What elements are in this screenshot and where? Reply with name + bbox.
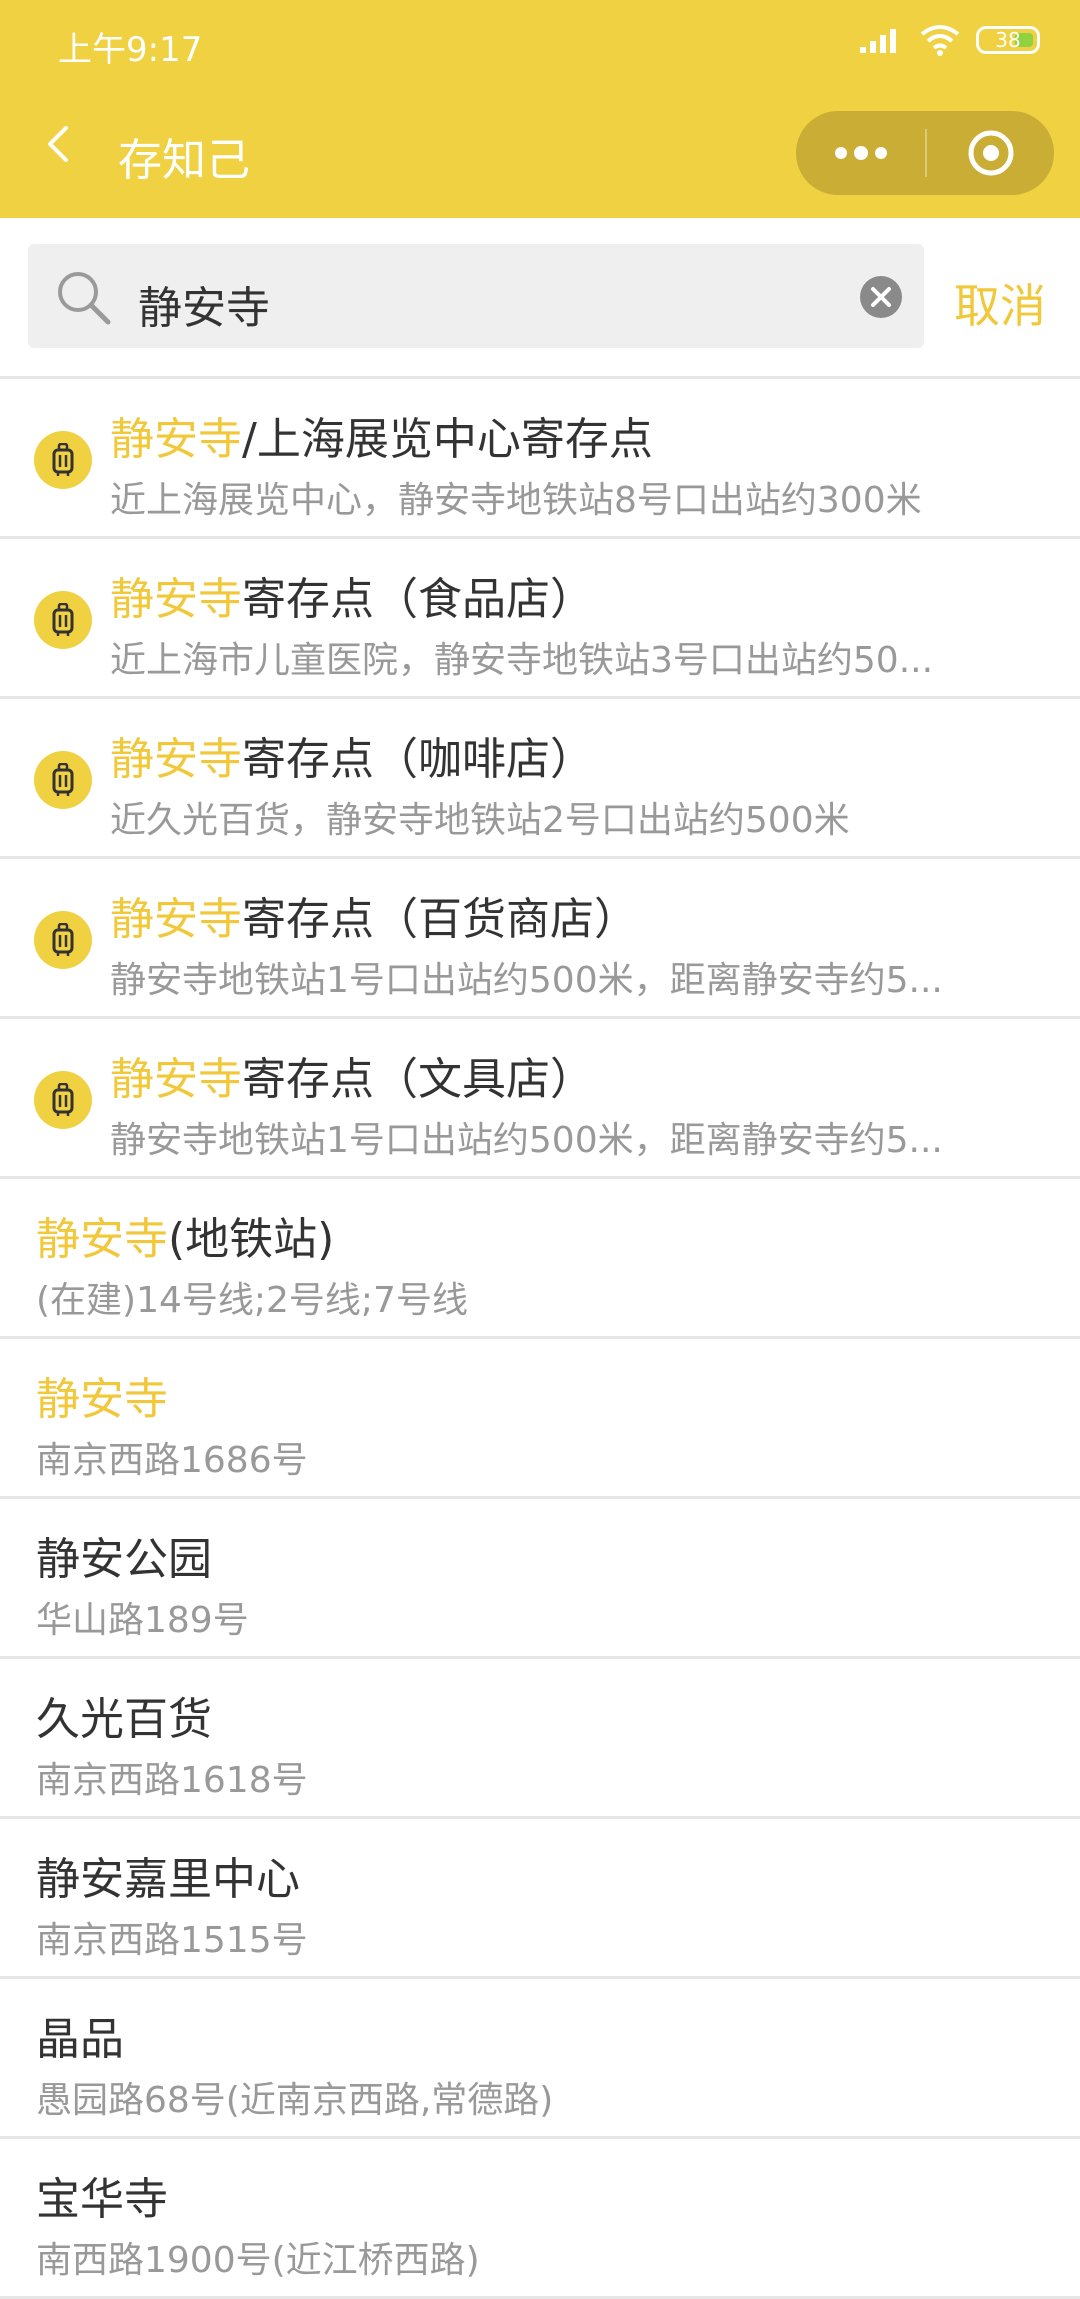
- result-title-rest: 寄存点（百货商店）: [242, 894, 638, 945]
- more-button[interactable]: [796, 111, 925, 195]
- result-item[interactable]: 静安寺(地铁站) (在建)14号线;2号线;7号线: [0, 1179, 1080, 1339]
- result-title-rest: 静安嘉里中心: [36, 1854, 300, 1905]
- result-title: 宝华寺: [36, 2163, 168, 2227]
- result-title: 静安寺寄存点（咖啡店）: [110, 723, 594, 787]
- result-subtitle: 近上海展览中心，静安寺地铁站8号口出站约300米: [110, 480, 922, 521]
- clear-icon[interactable]: [860, 276, 902, 318]
- result-title-highlight: 静安寺: [110, 414, 242, 465]
- close-miniprogram-button[interactable]: [927, 111, 1054, 195]
- results-list: 静安寺/上海展览中心寄存点 近上海展览中心，静安寺地铁站8号口出站约300米 静…: [0, 376, 1080, 2299]
- battery-icon: 38: [976, 26, 1040, 54]
- luggage-icon: [34, 911, 92, 969]
- result-item[interactable]: 静安寺 南京西路1686号: [0, 1339, 1080, 1499]
- back-icon[interactable]: [40, 126, 76, 162]
- result-title-highlight: 静安寺: [110, 1054, 242, 1105]
- luggage-icon: [34, 431, 92, 489]
- result-title: 静安寺/上海展览中心寄存点: [110, 403, 653, 467]
- result-subtitle: 南京西路1515号: [36, 1920, 308, 1961]
- result-item[interactable]: 静安嘉里中心 南京西路1515号: [0, 1819, 1080, 1979]
- cancel-button[interactable]: 取消: [954, 270, 1046, 336]
- search-icon: [58, 272, 111, 325]
- target-icon: [968, 130, 1013, 176]
- result-title-rest: (地铁站): [168, 1214, 335, 1265]
- search-query: 静安寺: [138, 283, 270, 334]
- result-title-rest: 久光百货: [36, 1694, 212, 1745]
- result-title: 静安寺寄存点（食品店）: [110, 563, 594, 627]
- result-subtitle: (在建)14号线;2号线;7号线: [36, 1280, 468, 1321]
- wifi-icon: [920, 25, 960, 56]
- result-subtitle: 近上海市儿童医院，静安寺地铁站3号口出站约50...: [110, 640, 934, 681]
- result-title-rest: 寄存点（咖啡店）: [242, 734, 594, 785]
- result-item[interactable]: 静安公园 华山路189号: [0, 1499, 1080, 1659]
- result-title-rest: 晶品: [36, 2014, 124, 2065]
- result-item[interactable]: 久光百货 南京西路1618号: [0, 1659, 1080, 1819]
- result-title: 静安寺(地铁站): [36, 1203, 334, 1267]
- result-subtitle: 南京西路1618号: [36, 1760, 308, 1801]
- result-item[interactable]: 静安寺寄存点（咖啡店） 近久光百货，静安寺地铁站2号口出站约500米: [0, 699, 1080, 859]
- result-item[interactable]: 晶品 愚园路68号(近南京西路,常德路): [0, 1979, 1080, 2139]
- app-header: 上午9:17 38 存知己: [0, 0, 1080, 218]
- luggage-icon: [34, 1071, 92, 1129]
- result-subtitle: 静安寺地铁站1号口出站约500米，距离静安寺约5...: [110, 1120, 943, 1161]
- result-subtitle: 近久光百货，静安寺地铁站2号口出站约500米: [110, 800, 850, 841]
- result-title-highlight: 静安寺: [36, 1214, 168, 1265]
- result-subtitle: 南京西路1686号: [36, 1440, 308, 1481]
- result-item[interactable]: 静安寺/上海展览中心寄存点 近上海展览中心，静安寺地铁站8号口出站约300米: [0, 379, 1080, 539]
- result-title: 静安寺: [36, 1363, 168, 1427]
- status-time: 上午9:17: [58, 30, 203, 70]
- page-title: 存知己: [118, 135, 250, 186]
- result-title-highlight: 静安寺: [110, 734, 242, 785]
- result-title-rest: 寄存点（食品店）: [242, 574, 594, 625]
- result-item[interactable]: 宝华寺 南西路1900号(近江桥西路): [0, 2139, 1080, 2299]
- result-title-rest: 寄存点（文具店）: [242, 1054, 594, 1105]
- luggage-icon: [34, 751, 92, 809]
- result-subtitle: 静安寺地铁站1号口出站约500米，距离静安寺约5...: [110, 960, 943, 1001]
- result-title-rest: 宝华寺: [36, 2174, 168, 2225]
- result-title: 晶品: [36, 2003, 124, 2067]
- result-title-highlight: 静安寺: [110, 894, 242, 945]
- luggage-icon: [34, 591, 92, 649]
- result-subtitle: 愚园路68号(近南京西路,常德路): [36, 2080, 554, 2121]
- result-title: 静安嘉里中心: [36, 1843, 300, 1907]
- result-subtitle: 华山路189号: [36, 1600, 249, 1641]
- more-dots-icon: [834, 146, 887, 160]
- signal-icon: [860, 29, 896, 53]
- search-input[interactable]: 静安寺: [28, 244, 924, 348]
- result-item[interactable]: 静安寺寄存点（文具店） 静安寺地铁站1号口出站约500米，距离静安寺约5...: [0, 1019, 1080, 1179]
- status-icons: 38: [860, 24, 1040, 56]
- result-title: 静安公园: [36, 1523, 212, 1587]
- result-title-highlight: 静安寺: [36, 1374, 168, 1425]
- result-subtitle: 南西路1900号(近江桥西路): [36, 2240, 480, 2281]
- result-item[interactable]: 静安寺寄存点（食品店） 近上海市儿童医院，静安寺地铁站3号口出站约50...: [0, 539, 1080, 699]
- result-title: 静安寺寄存点（百货商店）: [110, 883, 638, 947]
- battery-level: 38: [995, 28, 1021, 52]
- result-item[interactable]: 静安寺寄存点（百货商店） 静安寺地铁站1号口出站约500米，距离静安寺约5...: [0, 859, 1080, 1019]
- result-title-highlight: 静安寺: [110, 574, 242, 625]
- miniprogram-capsule: [796, 111, 1054, 195]
- result-title-rest: 静安公园: [36, 1534, 212, 1585]
- result-title: 静安寺寄存点（文具店）: [110, 1043, 594, 1107]
- result-title: 久光百货: [36, 1683, 212, 1747]
- result-title-rest: /上海展览中心寄存点: [242, 414, 653, 465]
- search-row: 静安寺 取消: [0, 242, 1080, 350]
